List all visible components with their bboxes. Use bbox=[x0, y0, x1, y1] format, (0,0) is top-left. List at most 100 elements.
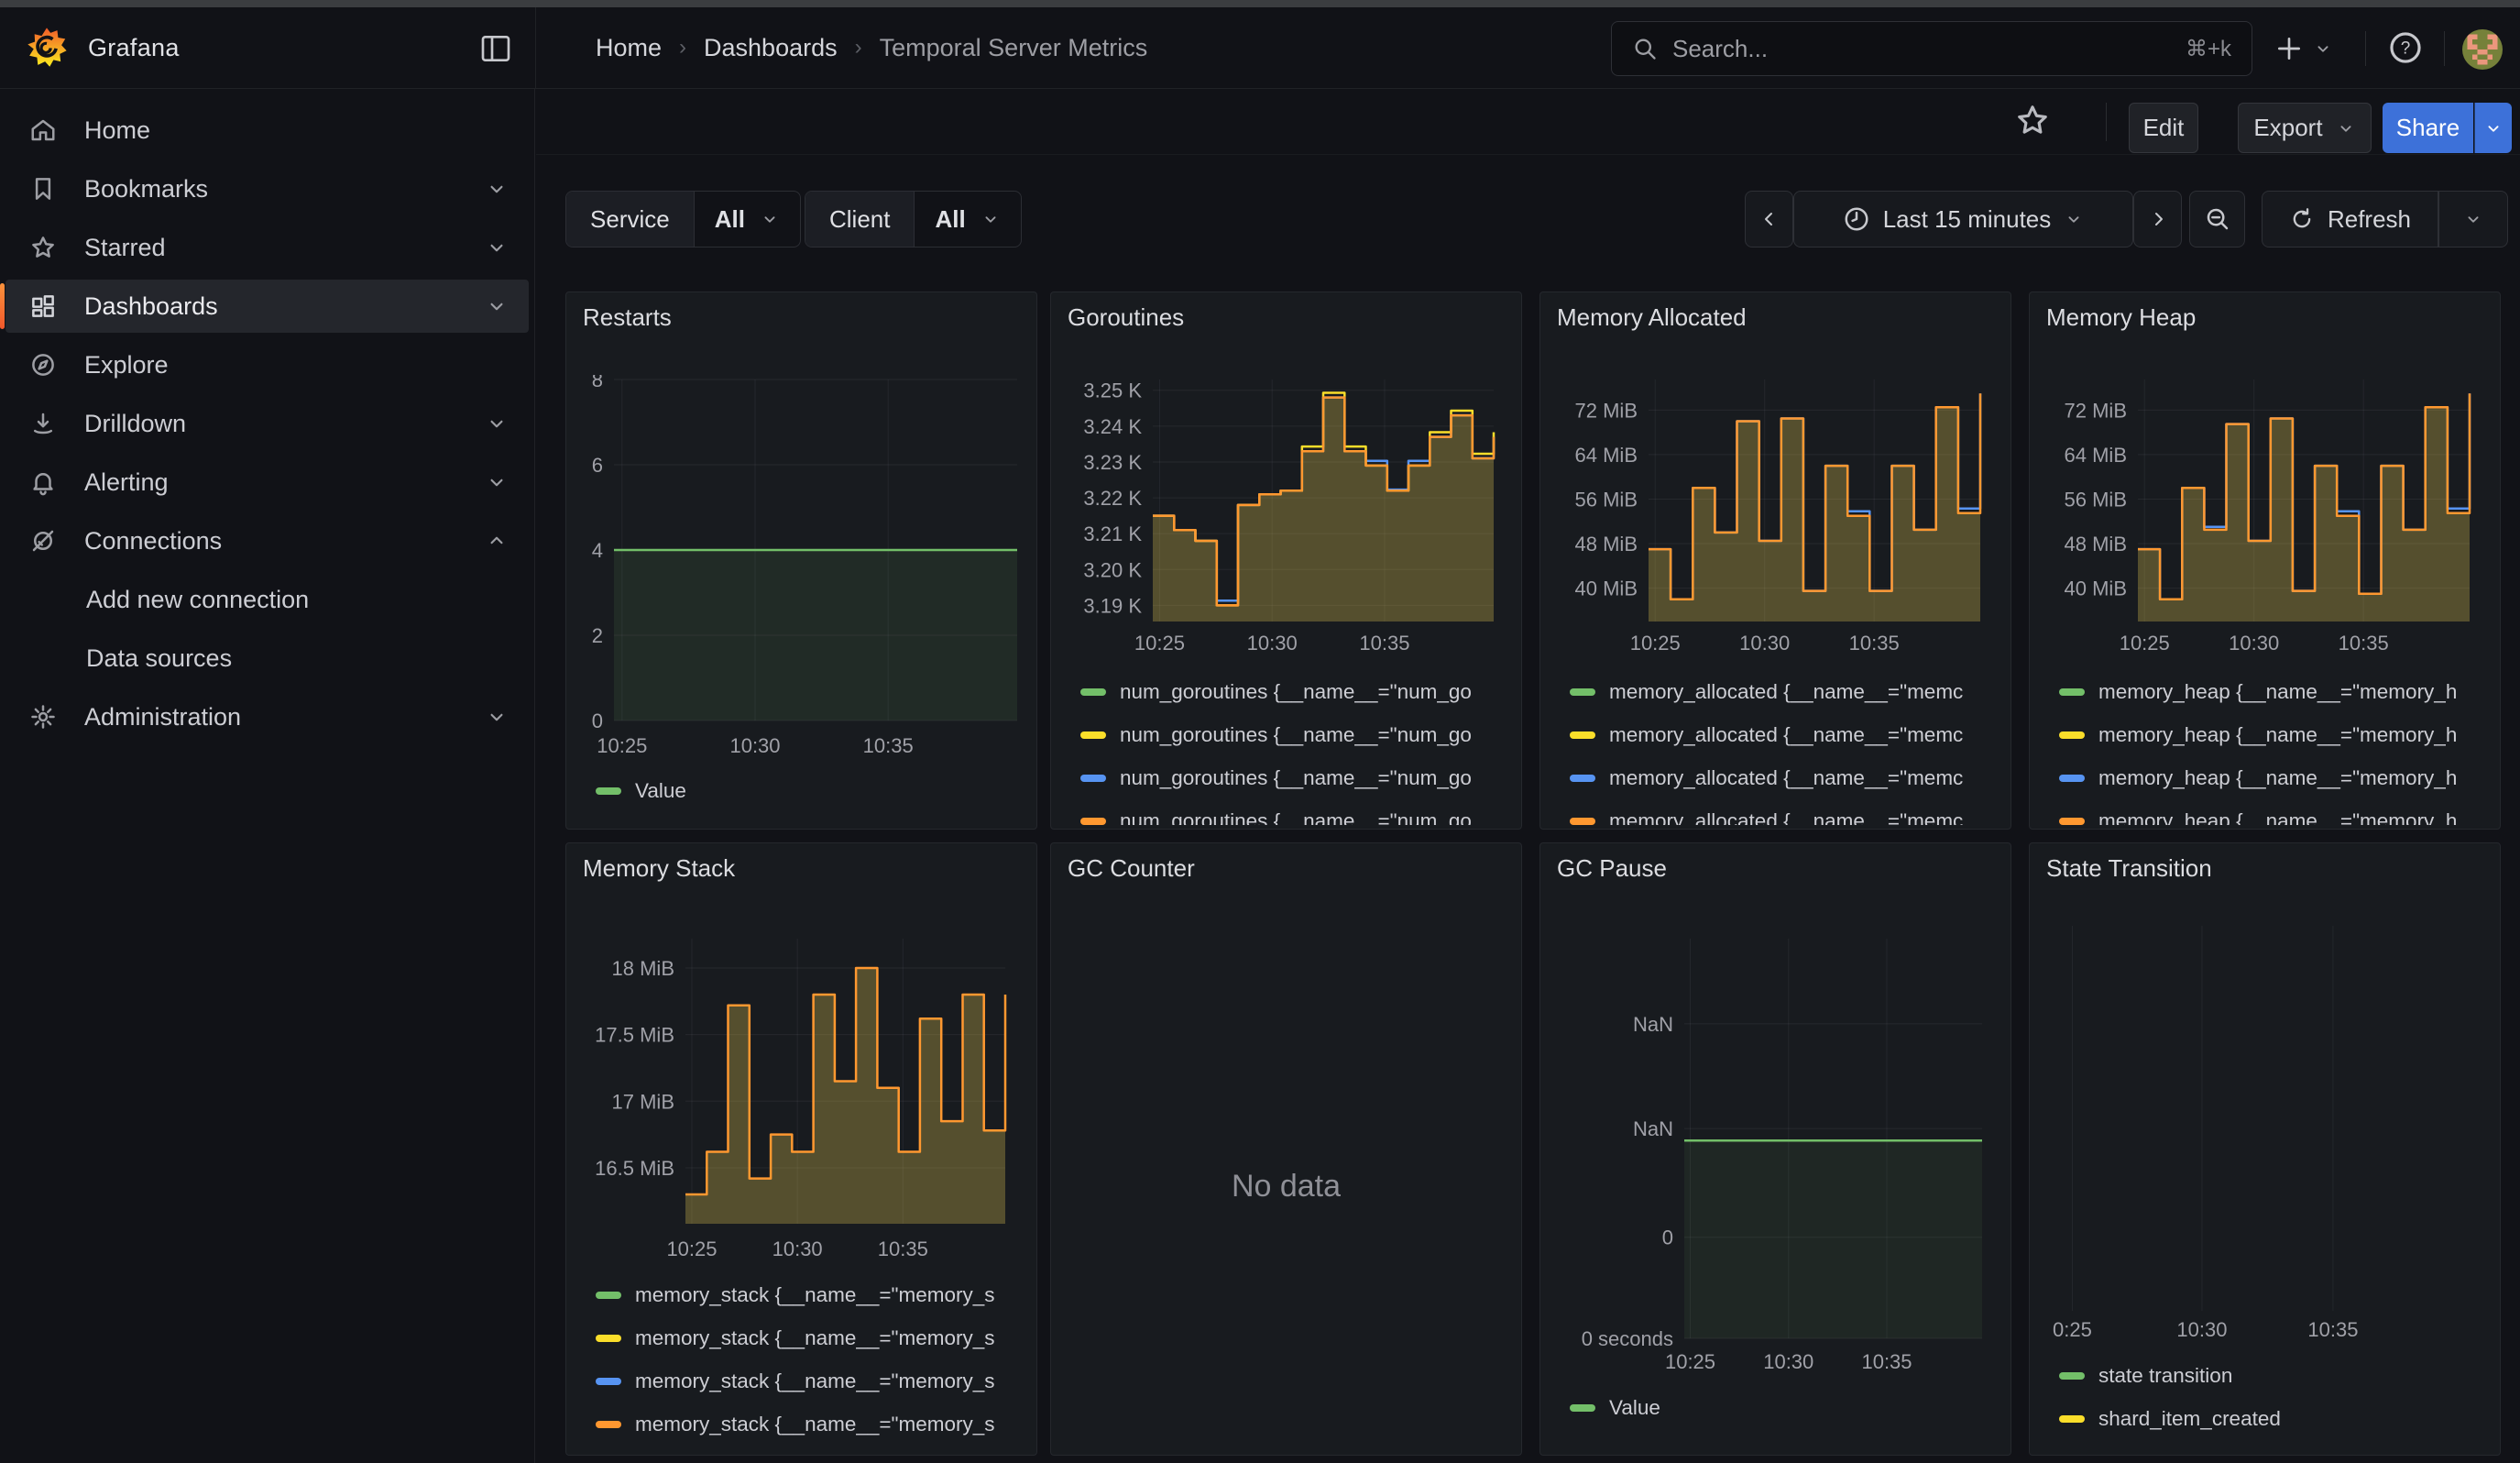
legend-item[interactable]: memory_allocated {__name__="memc bbox=[1540, 756, 2011, 799]
panel-state-transition[interactable]: State Transition 0:2510:3010:35 state tr… bbox=[2029, 842, 2501, 1456]
svg-text:40 MiB: 40 MiB bbox=[2065, 578, 2127, 600]
time-range-zoom-out-button[interactable] bbox=[2189, 191, 2245, 248]
svg-text:10:35: 10:35 bbox=[878, 1238, 928, 1260]
sidebar-item-add-new-connection[interactable]: Add new connection bbox=[5, 573, 529, 626]
panel-title[interactable]: Memory Stack bbox=[583, 854, 735, 883]
dock-sidebar-button[interactable] bbox=[475, 28, 517, 70]
sidebar-item-bookmarks[interactable]: Bookmarks bbox=[5, 162, 529, 215]
svg-text:56 MiB: 56 MiB bbox=[1575, 488, 1638, 511]
sidebar-item-starred[interactable]: Starred bbox=[5, 221, 529, 274]
legend-item[interactable]: Value bbox=[1540, 1386, 2011, 1429]
brand[interactable]: Grafana bbox=[26, 7, 180, 88]
service-variable-dropdown[interactable]: Service All bbox=[565, 191, 801, 248]
panel-memory-allocated[interactable]: Memory Allocated 40 MiB48 MiB56 MiB64 Mi… bbox=[1539, 292, 2011, 830]
legend-color-marker bbox=[1570, 732, 1595, 739]
svg-text:18 MiB: 18 MiB bbox=[612, 957, 674, 980]
chevron-down-icon bbox=[2313, 38, 2333, 59]
legend-item[interactable]: Value bbox=[566, 769, 1036, 812]
legend-item[interactable]: num_goroutines {__name__="num_go bbox=[1051, 756, 1521, 799]
panel-title[interactable]: State Transition bbox=[2046, 854, 2212, 883]
refresh-button[interactable]: Refresh bbox=[2262, 191, 2438, 248]
time-range-forward-button[interactable] bbox=[2133, 191, 2182, 248]
legend-item[interactable]: memory_allocated {__name__="memc bbox=[1540, 799, 2011, 825]
breadcrumb-dashboards[interactable]: Dashboards bbox=[704, 34, 838, 62]
panel-title[interactable]: GC Pause bbox=[1557, 854, 1667, 883]
sidebar-item-data-sources[interactable]: Data sources bbox=[5, 632, 529, 685]
legend-item[interactable]: memory_allocated {__name__="memc bbox=[1540, 713, 2011, 756]
chevron-left-icon bbox=[1759, 208, 1780, 230]
svg-text:10:30: 10:30 bbox=[729, 734, 780, 757]
panel-gc-pause[interactable]: GC Pause NaNNaN00 seconds10:2510:3010:35… bbox=[1539, 842, 2011, 1456]
sidebar-item-explore[interactable]: Explore bbox=[5, 338, 529, 391]
legend: memory_allocated {__name__="memcmemory_a… bbox=[1540, 670, 2011, 825]
bookmark-icon bbox=[29, 175, 57, 203]
chevron-up-icon[interactable] bbox=[485, 529, 509, 553]
svg-text:3.19 K: 3.19 K bbox=[1083, 594, 1142, 617]
legend-color-marker bbox=[2059, 1372, 2085, 1380]
export-label: Export bbox=[2253, 114, 2322, 142]
panel-title[interactable]: Goroutines bbox=[1068, 303, 1184, 332]
breadcrumb-separator: › bbox=[855, 35, 862, 60]
legend-item[interactable]: state transition bbox=[2030, 1354, 2500, 1397]
avatar[interactable] bbox=[2462, 29, 2503, 70]
chevron-down-icon[interactable] bbox=[485, 177, 509, 201]
chevron-down-icon[interactable] bbox=[485, 236, 509, 259]
edit-button[interactable]: Edit bbox=[2129, 103, 2198, 153]
legend-item[interactable]: memory_allocated {__name__="memc bbox=[1540, 670, 2011, 713]
panel-gc-counter[interactable]: GC Counter No data bbox=[1050, 842, 1522, 1456]
legend-item[interactable]: memory_stack {__name__="memory_s bbox=[566, 1316, 1036, 1359]
chevron-down-icon[interactable] bbox=[485, 470, 509, 494]
client-variable-label: Client bbox=[805, 192, 914, 247]
client-variable-dropdown[interactable]: Client All bbox=[805, 191, 1022, 248]
restarts-chart: 0246810:2510:3010:35 bbox=[566, 375, 1036, 769]
add-new-button[interactable] bbox=[2274, 28, 2333, 70]
sidebar-item-drilldown[interactable]: Drilldown bbox=[5, 397, 529, 450]
chevron-down-icon[interactable] bbox=[485, 705, 509, 729]
search-input[interactable]: Search... ⌘+k bbox=[1611, 21, 2252, 76]
export-button[interactable]: Export bbox=[2238, 103, 2372, 153]
legend-label: memory_stack {__name__="memory_s bbox=[635, 1370, 995, 1393]
chevron-down-icon[interactable] bbox=[485, 412, 509, 435]
time-range-back-button[interactable] bbox=[1745, 191, 1793, 248]
help-button[interactable]: ? bbox=[2383, 28, 2427, 70]
legend-item[interactable]: memory_heap {__name__="memory_h bbox=[2030, 713, 2500, 756]
refresh-interval-button[interactable] bbox=[2438, 191, 2508, 248]
sidebar-item-connections[interactable]: Connections bbox=[5, 514, 529, 567]
share-menu-button[interactable] bbox=[2474, 103, 2512, 153]
breadcrumb-home[interactable]: Home bbox=[596, 34, 662, 62]
panel-memory-stack[interactable]: Memory Stack 16.5 MiB17 MiB17.5 MiB18 Mi… bbox=[565, 842, 1037, 1456]
legend-item[interactable]: memory_stack {__name__="memory_s bbox=[566, 1273, 1036, 1316]
sidebar-item-alerting[interactable]: Alerting bbox=[5, 456, 529, 509]
sidebar-item-administration[interactable]: Administration bbox=[5, 690, 529, 743]
panel-title[interactable]: Memory Heap bbox=[2046, 303, 2196, 332]
legend-color-marker bbox=[1080, 818, 1106, 825]
sidebar-item-label: Administration bbox=[84, 703, 241, 732]
sidebar-item-dashboards[interactable]: Dashboards bbox=[5, 280, 529, 333]
legend-item[interactable]: memory_heap {__name__="memory_h bbox=[2030, 799, 2500, 825]
legend-item[interactable]: num_goroutines {__name__="num_go bbox=[1051, 670, 1521, 713]
panel-restarts[interactable]: Restarts 0246810:2510:3010:35 Value bbox=[565, 292, 1037, 830]
panel-memory-heap[interactable]: Memory Heap 40 MiB48 MiB56 MiB64 MiB72 M… bbox=[2029, 292, 2501, 830]
header-divider bbox=[2365, 31, 2366, 66]
panel-title[interactable]: GC Counter bbox=[1068, 854, 1195, 883]
panel-title[interactable]: Restarts bbox=[583, 303, 672, 332]
legend-item[interactable]: num_goroutines {__name__="num_go bbox=[1051, 799, 1521, 825]
sidebar-item-home[interactable]: Home bbox=[5, 104, 529, 157]
chevron-down-icon[interactable] bbox=[485, 294, 509, 318]
legend-item[interactable]: memory_stack {__name__="memory_s bbox=[566, 1402, 1036, 1446]
legend: Value bbox=[566, 769, 1036, 820]
legend-color-marker bbox=[2059, 775, 2085, 782]
legend-item[interactable]: shard_item_created bbox=[2030, 1397, 2500, 1440]
panel-goroutines[interactable]: Goroutines 3.19 K3.20 K3.21 K3.22 K3.23 … bbox=[1050, 292, 1522, 830]
favorite-star-button[interactable] bbox=[2010, 102, 2046, 138]
chevron-down-icon bbox=[981, 209, 1001, 229]
legend-item[interactable]: memory_heap {__name__="memory_h bbox=[2030, 756, 2500, 799]
svg-text:3.23 K: 3.23 K bbox=[1083, 451, 1142, 474]
legend-label: num_goroutines {__name__="num_go bbox=[1120, 723, 1472, 747]
legend-item[interactable]: memory_heap {__name__="memory_h bbox=[2030, 670, 2500, 713]
legend-item[interactable]: memory_stack {__name__="memory_s bbox=[566, 1359, 1036, 1402]
share-button[interactable]: Share bbox=[2383, 103, 2473, 153]
panel-title[interactable]: Memory Allocated bbox=[1557, 303, 1747, 332]
legend-item[interactable]: num_goroutines {__name__="num_go bbox=[1051, 713, 1521, 756]
time-range-picker[interactable]: Last 15 minutes bbox=[1793, 191, 2133, 248]
